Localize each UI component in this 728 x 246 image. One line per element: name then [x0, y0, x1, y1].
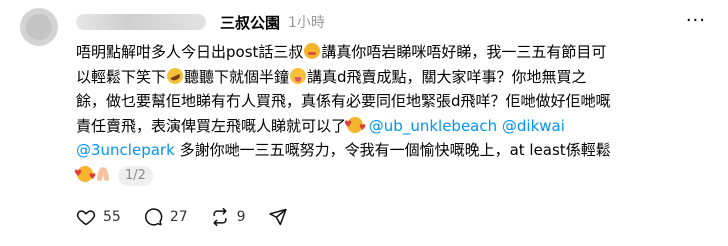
- text-segment: 唔明點解咁多人今日出post話三叔: [76, 43, 304, 61]
- blurred-username: [76, 14, 206, 30]
- mention-link[interactable]: @ub_unklebeach: [369, 117, 497, 135]
- post-header: 三叔公園 1小時: [220, 11, 325, 33]
- send-icon: [268, 207, 288, 227]
- rolling-on-floor-laughing-icon: [164, 64, 186, 87]
- repost-count: 9: [236, 209, 246, 225]
- smiling-face-with-hearts-icon: [74, 162, 96, 190]
- text-line: 餘，做乜要幫佢地睇有冇人買飛，真係有必要同佢地緊張d飛咩？佢哋做好佢哋嘅: [76, 89, 716, 114]
- smiling-face-with-hearts-icon: [344, 113, 366, 141]
- text-segment: 聽聽下就個半鐘: [184, 67, 290, 86]
- text-line: 以輕鬆下笑下 聽聽下就個半鐘 講真d飛賣成點，關大家咩事？你地無買之: [76, 64, 716, 90]
- text-segment: 講真你唔岩睇咪唔好睇，我一三五有節目可: [321, 43, 607, 61]
- text-segment: 多謝你哋一三五嘅努力，令我有一個愉快嘅晚上，at least係輕鬆: [179, 141, 611, 160]
- text-segment: 責任賣飛，表演俾買左飛嘅人睇就可以了: [76, 116, 347, 135]
- reply-count: 27: [169, 209, 188, 225]
- text-line: 責任賣飛，表演俾買左飛嘅人睇就可以了 @ub_unklebeach @dikwa…: [76, 113, 716, 141]
- text-segment: 餘，做乜要幫佢地睇有冇人買飛，真係有必要同佢地緊張d飛咩？佢哋做好佢哋嘅: [76, 92, 611, 111]
- avatar[interactable]: [20, 8, 58, 46]
- heart-icon: [76, 207, 96, 227]
- page-indicator-badge: 1/2: [118, 165, 153, 186]
- text-segment: 以輕鬆下笑下: [76, 67, 167, 86]
- reply-button[interactable]: 27: [143, 207, 188, 227]
- share-button[interactable]: [268, 207, 288, 227]
- avatar-image: [26, 14, 52, 40]
- like-count: 55: [103, 209, 121, 225]
- tongue-face-icon: [290, 67, 307, 84]
- text-line: 1/2: [74, 162, 716, 190]
- repost-icon: [210, 207, 230, 227]
- mention-link[interactable]: @dikwai: [502, 117, 565, 135]
- text-line: 唔明點解咁多人今日出post話三叔 講真你唔岩睇咪唔好睇，我一三五有節目可: [76, 40, 716, 65]
- like-button[interactable]: 55: [76, 207, 121, 227]
- mention-link[interactable]: @3unclepark: [76, 141, 175, 159]
- more-options-icon[interactable]: ···: [686, 12, 706, 30]
- action-bar: 55 27 9: [76, 205, 310, 229]
- text-line: @3unclepark 多謝你哋一三五嘅努力，令我有一個愉快嘅晚上，at lea…: [76, 138, 716, 163]
- post-time[interactable]: 1小時: [288, 12, 325, 32]
- folded-hands-icon: [95, 166, 111, 182]
- text-segment: 講真d飛賣成點，關大家咩事？你地無買之: [307, 67, 587, 86]
- repost-button[interactable]: 9: [210, 207, 246, 227]
- smiling-face-with-hearts-icon: [304, 43, 321, 59]
- post-text: 唔明點解咁多人今日出post話三叔 講真你唔岩睇咪唔好睇，我一三五有節目可 以輕鬆…: [74, 40, 716, 190]
- comment-icon: [143, 207, 163, 227]
- author-name[interactable]: 三叔公園: [220, 12, 280, 33]
